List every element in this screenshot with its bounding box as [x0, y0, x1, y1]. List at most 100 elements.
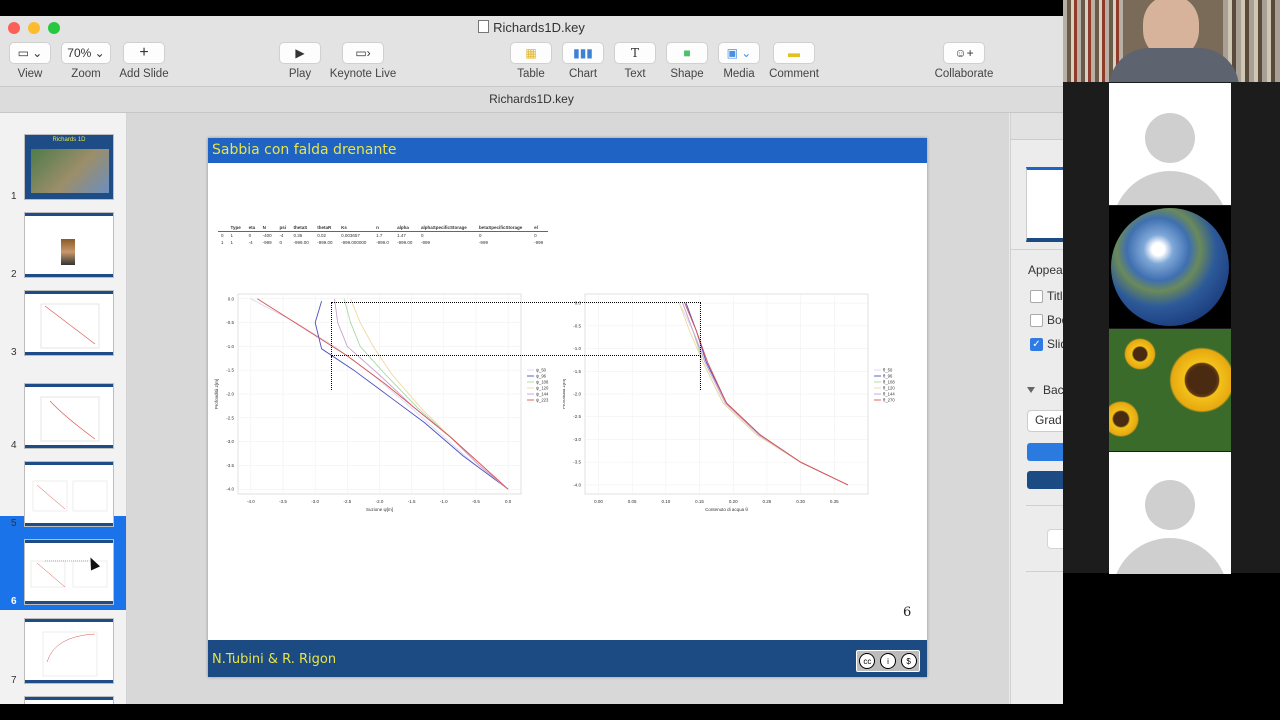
background-section-label: Bac: [1043, 383, 1063, 397]
slide-thumbnail-4[interactable]: [24, 383, 114, 449]
legend-label: θ_270: [883, 398, 895, 403]
media-button[interactable]: ▣ ⌄ Media: [716, 42, 762, 80]
slide-title[interactable]: Sabbia con falda drenante: [212, 142, 396, 158]
table-header-cell: thetaR: [314, 224, 339, 232]
slide-thumbnail-7[interactable]: [24, 618, 114, 684]
thumbnail-chart: [42, 631, 98, 677]
slide-thumbnail-8[interactable]: [24, 696, 114, 704]
body-checkbox[interactable]: [1030, 314, 1043, 327]
table-cell: 0: [221, 233, 224, 238]
slide[interactable]: Sabbia con falda drenante Type eta Npsi the…: [208, 138, 927, 677]
thumbnail-footer: [25, 523, 113, 526]
inspector-tab-bar: [1011, 113, 1063, 140]
y-tick-label: -3.5: [573, 460, 581, 465]
slide-number: 2: [11, 269, 17, 280]
y-axis-label: Profondità z[m]: [563, 379, 566, 409]
document-icon: [478, 20, 490, 33]
slide-thumbnail-2[interactable]: [24, 212, 114, 278]
participant-tile-sunflowers[interactable]: [1109, 329, 1231, 451]
play-button[interactable]: ▶ Play: [278, 42, 322, 80]
x-tick-label: 0.35: [830, 499, 839, 504]
slide-thumbnail-6[interactable]: [24, 539, 114, 605]
table-cell: -999: [420, 240, 430, 245]
slide-number: 3: [11, 347, 17, 358]
y-tick-label: -4.0: [573, 482, 581, 487]
creative-commons-badge: cc i $: [856, 650, 920, 672]
disclosure-triangle-icon[interactable]: [1027, 387, 1035, 393]
toolbar: ▭ ⌄ View 70% ⌄ Zoom + Add Slide ▶ Play ▭…: [0, 40, 1063, 87]
title-checkbox[interactable]: [1030, 290, 1043, 303]
participant-video-presenter[interactable]: [1063, 0, 1280, 82]
table-cell: -999: [534, 240, 544, 245]
x-tick-label: -3.0: [311, 499, 319, 504]
slide-number-checkbox[interactable]: ✓: [1030, 338, 1043, 351]
comment-icon: ▬: [773, 42, 815, 64]
shape-button[interactable]: ■ Shape: [664, 42, 710, 80]
table-header-row: Type eta Npsi thetaS thetaR Ks n alpha alphaSpec…: [218, 224, 548, 232]
avatar-body-icon: [1112, 171, 1228, 205]
by-icon: i: [879, 653, 896, 669]
plus-icon: +: [123, 42, 165, 64]
participant-tile-earth[interactable]: [1109, 206, 1231, 328]
legend-label: ψ_50: [536, 368, 547, 373]
table-header-cell: eta: [245, 224, 260, 232]
highlight-line-right: [700, 356, 701, 390]
tab-title: Richards1D.key: [489, 92, 574, 106]
media-icon: ▣ ⌄: [718, 42, 760, 64]
slide-page-number: 6: [903, 605, 912, 620]
collaborate-button[interactable]: ☺+ Collaborate: [930, 42, 998, 80]
slide-authors[interactable]: N.Tubini & R. Rigon: [212, 652, 336, 667]
slide-thumbnail-1[interactable]: Richards 1D: [24, 134, 114, 200]
zoom-label: Zoom: [71, 68, 101, 80]
title-bar[interactable]: Richards1D.key: [0, 16, 1063, 40]
table-cell: 0.003657: [341, 233, 360, 238]
x-axis-label: Contenuto di acqua θ: [705, 507, 748, 512]
cc-icon: cc: [859, 653, 876, 669]
add-slide-button[interactable]: + Add Slide: [116, 42, 172, 80]
table-header-cell: N: [259, 224, 277, 232]
chart-button[interactable]: ▮▮▮ Chart: [560, 42, 606, 80]
view-button[interactable]: ▭ ⌄ View: [8, 42, 52, 80]
comment-button[interactable]: ▬ Comment: [766, 42, 822, 80]
slide-number: 5: [11, 518, 17, 529]
participant-tile-avatar-1[interactable]: [1109, 83, 1231, 205]
keynote-live-button[interactable]: ▭› Keynote Live: [328, 42, 398, 80]
highlight-box-upper: [331, 302, 701, 356]
table-cell: 0: [420, 233, 424, 238]
thumbnail-chart: [40, 396, 100, 442]
table-cell: -4: [248, 240, 253, 245]
slide-thumbnail-3[interactable]: [24, 290, 114, 356]
zoom-select[interactable]: 70% ⌄ Zoom: [60, 42, 112, 80]
x-tick-label: -3.5: [279, 499, 287, 504]
text-icon: T: [614, 42, 656, 64]
parameters-table-body: Type eta Npsi thetaS thetaR Ks n alpha alphaSpec…: [218, 224, 548, 246]
x-tick-label: 0.20: [729, 499, 738, 504]
participant-tile-avatar-2[interactable]: [1109, 452, 1231, 574]
legend-label: ψ_96: [536, 374, 547, 379]
thumbnail-image: [31, 149, 109, 193]
legend-label: ψ_223: [536, 398, 549, 403]
thumbnail-image: [61, 239, 75, 265]
slide-canvas[interactable]: Sabbia con falda drenante Type eta Npsi the…: [127, 113, 1009, 704]
thumbnail-footer: [25, 274, 113, 277]
collaborate-icon: ☺+: [943, 42, 985, 64]
text-button[interactable]: T Text: [612, 42, 658, 80]
document-tab[interactable]: Richards1D.key: [0, 87, 1063, 113]
view-label: View: [17, 68, 43, 80]
x-tick-label: -2.0: [376, 499, 384, 504]
table-button[interactable]: ▦ Table: [508, 42, 554, 80]
sunflower-image: [1109, 399, 1141, 439]
slide-layout-preview[interactable]: [1026, 167, 1063, 242]
edit-button[interactable]: [1047, 529, 1063, 549]
slide-thumbnail-5[interactable]: [24, 461, 114, 527]
view-menu-icon: ▭ ⌄: [9, 42, 51, 64]
y-tick-label: -3.0: [226, 439, 234, 444]
inspector-divider: [1026, 571, 1063, 572]
table-row: 1 1 -4 -999 0 -999.00 -999.00 -999.000000 -999.0…: [218, 239, 548, 246]
media-label: Media: [723, 68, 755, 80]
x-tick-label: 0.0: [505, 499, 512, 504]
gradient-color-well-1[interactable]: [1027, 443, 1063, 461]
gradient-color-well-2[interactable]: [1027, 471, 1063, 489]
parameters-table[interactable]: Type eta Npsi thetaS thetaR Ks n alpha alphaSpec…: [218, 224, 548, 246]
table-cell: 0.02: [317, 233, 327, 238]
